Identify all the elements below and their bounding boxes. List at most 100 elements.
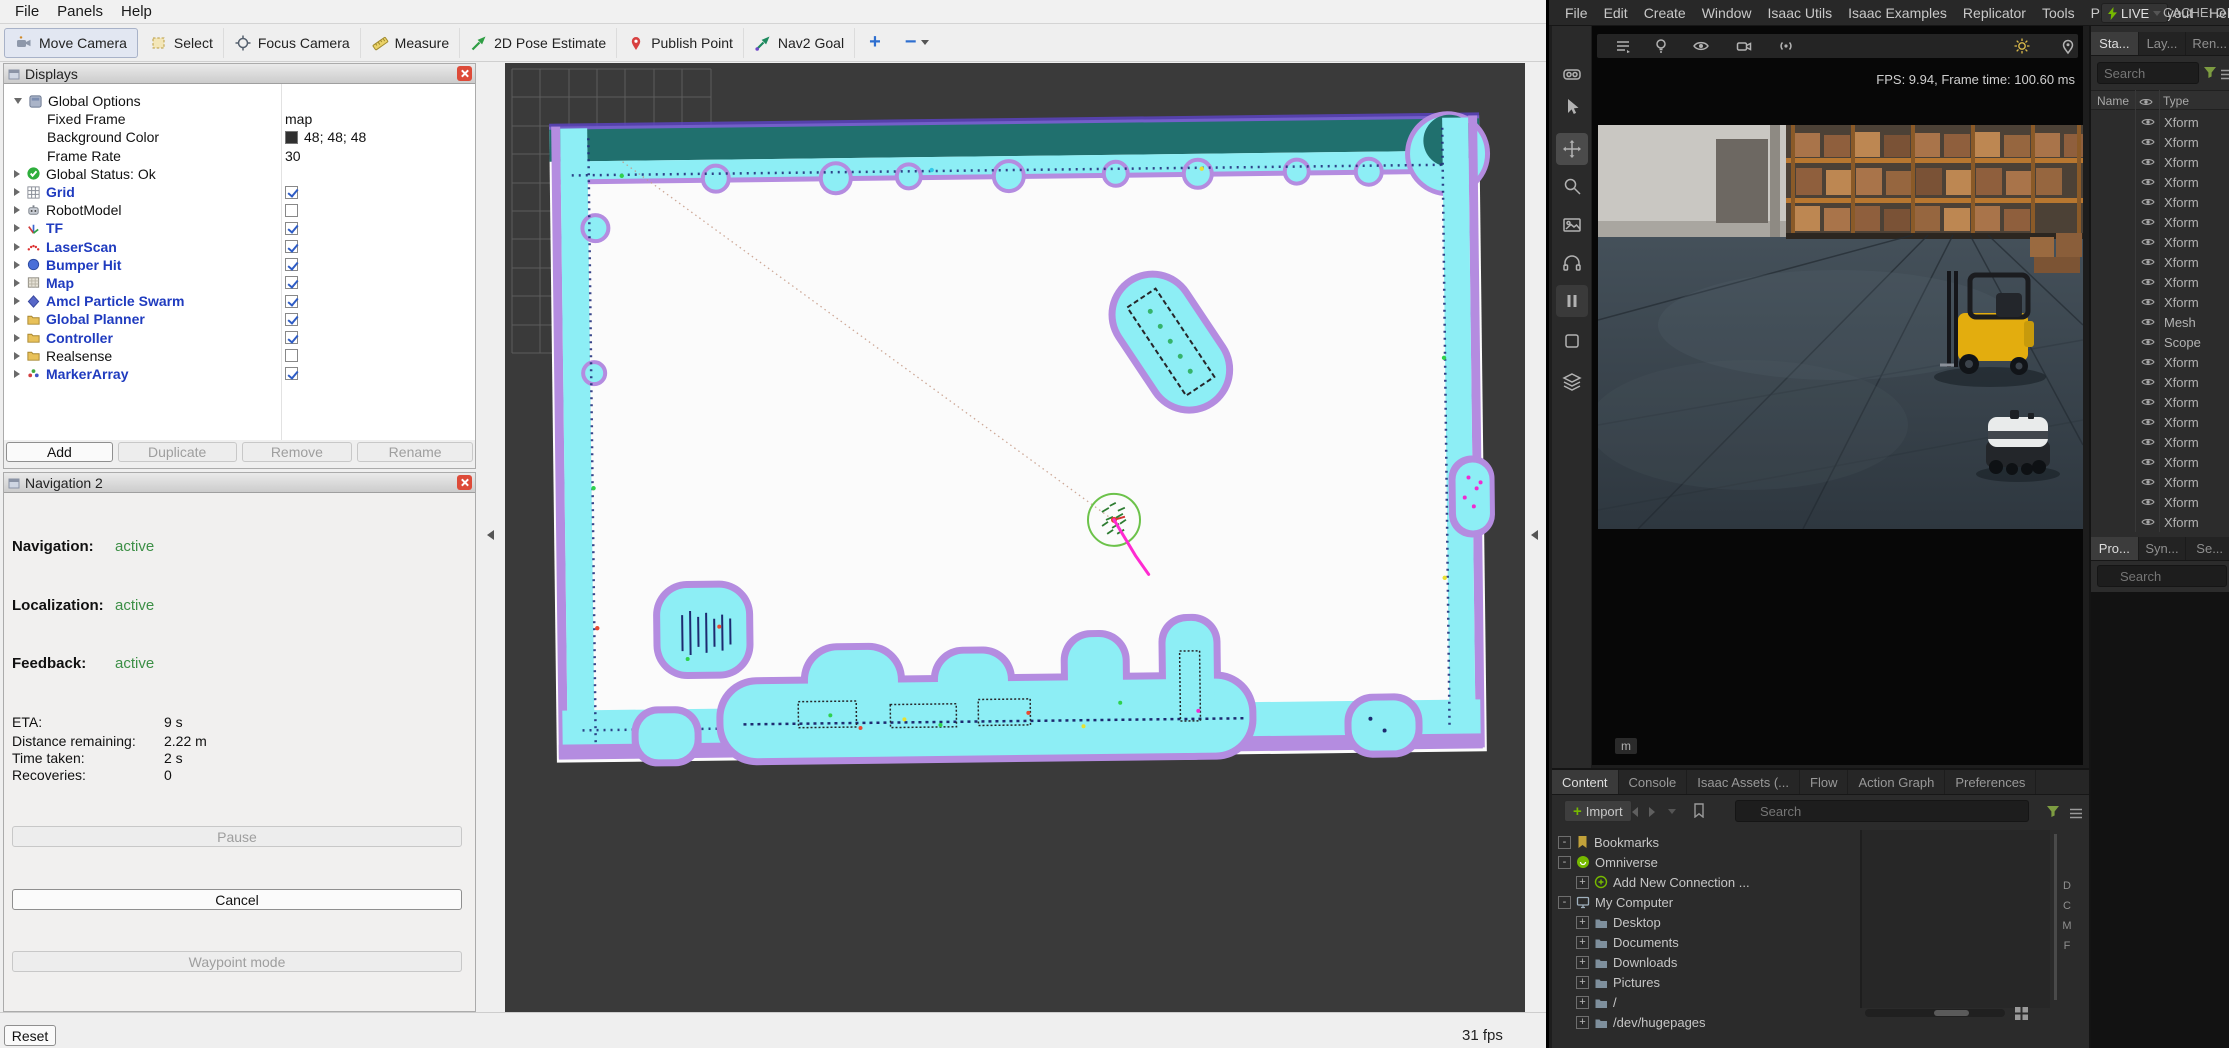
property-column-divider[interactable] [281,84,282,440]
eye-icon[interactable] [2141,317,2155,327]
panel-collapse-handle[interactable] [1531,530,1538,540]
display-row-bumper-hit[interactable]: Bumper Hit [4,256,475,274]
menu-create[interactable]: Create [1636,0,1694,26]
visibility-checkbox[interactable] [285,313,298,326]
expander-icon[interactable] [14,370,20,378]
eye-icon[interactable] [2141,457,2155,467]
stage-row[interactable]: Xform [2091,132,2229,152]
content-tree-item-omniverse[interactable]: -Omniverse [1558,852,1750,872]
eye-icon[interactable] [2141,137,2155,147]
audio-tool-icon[interactable] [1556,247,1588,279]
display-row-global-planner[interactable]: Global Planner [4,310,475,328]
eye-icon[interactable] [2141,497,2155,507]
property-tab-se[interactable]: Se... [2186,537,2229,560]
collapsed-tab-letter[interactable]: F [2060,940,2074,952]
visibility-checkbox[interactable] [285,349,298,362]
eye-icon[interactable] [2141,517,2155,527]
pause-button[interactable]: Pause [12,826,462,847]
camera-icon[interactable] [1735,37,1753,60]
content-tab-content[interactable]: Content [1552,770,1619,794]
zoom-tool-icon[interactable] [1556,170,1588,202]
render-settings-icon[interactable] [1652,37,1670,60]
live-sync-button[interactable]: LIVE [2101,3,2168,23]
expander-icon[interactable]: + [1576,956,1589,969]
stage-row[interactable]: Scope [2091,332,2229,352]
expander-icon[interactable] [14,261,20,269]
eye-icon[interactable] [2141,337,2155,347]
content-tree-item-documents[interactable]: +Documents [1558,932,1750,952]
menu-panels[interactable]: Panels [48,0,112,24]
stage-tab-sta[interactable]: Sta... [2091,32,2139,55]
stage-row[interactable]: Xform [2091,472,2229,492]
expander-icon[interactable] [14,98,22,104]
capture-icon[interactable] [1556,209,1588,241]
stage-row[interactable]: Xform [2091,392,2229,412]
property-search-input[interactable] [2097,565,2227,587]
expander-icon[interactable] [14,243,20,251]
content-tab-action-graph[interactable]: Action Graph [1848,770,1945,794]
stage-row[interactable]: Xform [2091,352,2229,372]
expander-icon[interactable] [14,224,20,232]
expander-icon[interactable] [14,297,20,305]
display-row-markerarray[interactable]: MarkerArray [4,365,475,383]
eye-icon[interactable] [2141,117,2155,127]
expander-icon[interactable] [14,170,20,178]
tool-publish-point[interactable]: Publish Point [617,28,744,58]
stage-row[interactable]: Xform [2091,192,2229,212]
move-tool-icon[interactable] [1556,133,1588,165]
display-row-fixed-frame[interactable]: Fixed Framemap [4,110,475,128]
tool-2d-pose-estimate[interactable]: 2D Pose Estimate [460,28,617,58]
stage-row[interactable]: Xform [2091,292,2229,312]
stage-row[interactable]: Xform [2091,272,2229,292]
stop-icon[interactable] [1556,325,1588,357]
expander-icon[interactable] [14,188,20,196]
content-search-input[interactable] [1735,800,2029,822]
content-tab-flow[interactable]: Flow [1800,770,1848,794]
stage-row[interactable]: Xform [2091,432,2229,452]
collapsed-tab-letter[interactable]: C [2060,900,2074,912]
stage-row[interactable]: Xform [2091,492,2229,512]
pause-icon[interactable] [1556,285,1588,317]
menu-tools[interactable]: Tools [2034,0,2083,26]
stage-row[interactable]: Xform [2091,512,2229,532]
eye-icon[interactable] [2141,417,2155,427]
eye-icon[interactable] [2141,297,2155,307]
visibility-checkbox[interactable] [285,222,298,235]
stage-search-input[interactable] [2097,62,2199,84]
display-row-grid[interactable]: Grid [4,183,475,201]
stage-row[interactable]: Xform [2091,372,2229,392]
eye-icon[interactable] [2141,157,2155,167]
scrollbar-thumb[interactable] [1934,1010,1969,1016]
duplicate-button[interactable]: Duplicate [118,442,237,462]
layers-tool-icon[interactable] [1556,366,1588,398]
stage-row[interactable]: Xform [2091,452,2229,472]
eye-icon[interactable] [2141,477,2155,487]
content-grid-area[interactable] [1860,830,2050,1008]
display-row-laserscan[interactable]: LaserScan [4,238,475,256]
content-tree-item-pictures[interactable]: +Pictures [1558,972,1750,992]
collapsed-tab-letter[interactable]: D [2060,880,2074,892]
menu-window[interactable]: Window [1694,0,1760,26]
panel-collapse-handle[interactable] [487,530,494,540]
stage-row[interactable]: Mesh [2091,312,2229,332]
tool-nav2-goal[interactable]: Nav2 Goal [744,28,855,58]
stage-row[interactable]: Xform [2091,172,2229,192]
back-icon[interactable] [1632,807,1638,817]
add-button[interactable]: Add [6,442,113,462]
expander-icon[interactable]: - [1558,896,1571,909]
eye-icon[interactable] [2141,377,2155,387]
import-button[interactable]: + Import [1564,800,1632,822]
display-row-frame-rate[interactable]: Frame Rate30 [4,147,475,165]
visibility-checkbox[interactable] [285,204,298,217]
tool-measure[interactable]: Measure [361,28,460,58]
content-scrollbar[interactable] [2054,834,2057,1000]
tool-select[interactable]: Select [140,28,224,58]
stage-column-header[interactable]: Name Type [2091,90,2229,110]
visibility-checkbox[interactable] [285,276,298,289]
expander-icon[interactable]: + [1576,876,1589,889]
eye-icon[interactable] [2141,277,2155,287]
vr-headset-icon[interactable] [1556,58,1588,90]
visibility-checkbox[interactable] [285,258,298,271]
stage-row[interactable]: Xform [2091,252,2229,272]
expander-icon[interactable] [14,352,20,360]
